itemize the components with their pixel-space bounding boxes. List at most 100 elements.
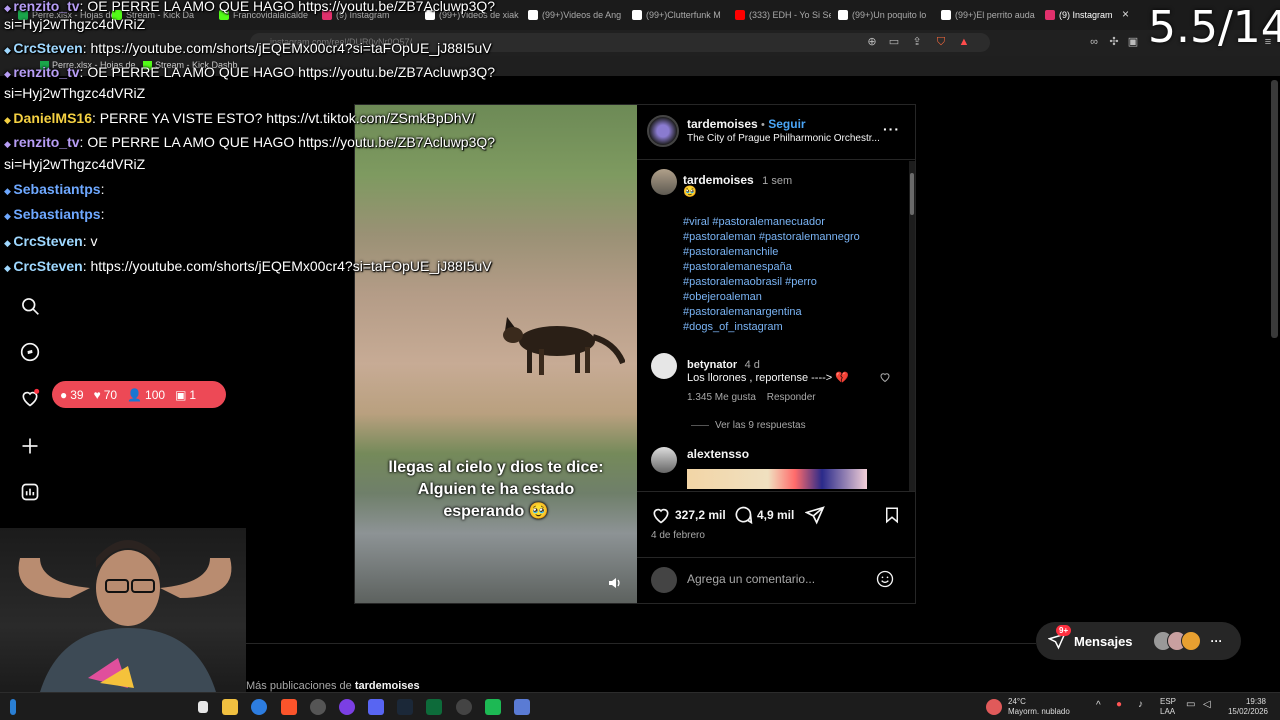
bookmark-item[interactable]: Stream - Kick Dashb	[143, 60, 238, 70]
app-icon[interactable]	[514, 699, 530, 715]
discord-icon[interactable]	[368, 699, 384, 715]
reply-button[interactable]: Responder	[767, 392, 816, 403]
stat-value: 70	[103, 387, 118, 402]
browser-tab[interactable]: (99+)Videos de Ang	[528, 6, 624, 24]
browser-tab[interactable]: (99+)Clutterfunk M	[632, 6, 728, 24]
save-bookmark-icon[interactable]	[883, 505, 901, 525]
browser-tab[interactable]: (333) EDH - Yo Si Se	[735, 6, 831, 24]
comments-scrollbar-thumb[interactable]	[910, 173, 914, 215]
like-heart-icon[interactable]	[651, 505, 671, 525]
caption-avatar[interactable]	[651, 169, 677, 195]
hashtag-line[interactable]: #dogs_of_instagram	[683, 320, 860, 335]
search-icon[interactable]	[20, 296, 40, 316]
comments-count[interactable]: 4,9 mil	[757, 508, 794, 522]
message-avatars	[1152, 631, 1201, 651]
view-replies-button[interactable]: Ver las 9 respuestas	[715, 420, 806, 431]
tab-label: (99+)El perrito auda	[955, 10, 1035, 20]
start-icon[interactable]	[10, 699, 16, 715]
comment-avatar[interactable]	[651, 447, 677, 473]
add-comment-input[interactable]: Agrega un comentario...	[687, 572, 815, 586]
browser-tab[interactable]: (99+)El perrito auda	[941, 6, 1037, 24]
post-side-panel: tardemoises • Seguir The City of Prague …	[637, 105, 915, 603]
emoji-icon[interactable]	[875, 569, 895, 589]
tab-favicon-icon	[1045, 10, 1055, 20]
language-top[interactable]: ESP	[1160, 697, 1176, 706]
browser-tab[interactable]: (99+)Videos de xiak	[425, 6, 521, 24]
browser-tab[interactable]: (99+)Un poquito lo	[838, 6, 934, 24]
obs-icon[interactable]	[310, 699, 326, 715]
browser-tab[interactable]: Stream - Kick Da	[112, 6, 208, 24]
comment-bubble-icon[interactable]	[733, 505, 753, 525]
page-scrollbar[interactable]	[1271, 80, 1278, 338]
browser-tab[interactable]: Perre.xlsx - Hojas de	[18, 6, 114, 24]
brave-shield-icon[interactable]: ⛉	[935, 36, 947, 48]
zoom-icon[interactable]: ⊕	[866, 36, 878, 48]
share-plane-icon[interactable]	[805, 505, 825, 525]
hashtag-line[interactable]: #pastoralemanespaña	[683, 260, 860, 275]
clock-time[interactable]: 19:38	[1226, 697, 1266, 706]
comment-avatar[interactable]	[651, 353, 677, 379]
browser-tab[interactable]: (9) Instagram	[1045, 6, 1129, 24]
comment-likes[interactable]: 1.345 Me gusta	[687, 392, 756, 403]
create-plus-icon[interactable]	[20, 436, 40, 456]
likes-count[interactable]: 327,2 mil	[675, 508, 726, 522]
replies-line	[691, 425, 709, 426]
follow-button[interactable]: Seguir	[768, 117, 805, 131]
share-icon[interactable]: ⇪	[911, 36, 923, 48]
tray-chevron-icon[interactable]: ^	[1096, 701, 1101, 711]
hashtag-line[interactable]: #pastoralemanchile	[683, 245, 860, 260]
comment-like-heart-icon[interactable]	[879, 371, 891, 383]
volume-icon[interactable]: ◁	[1203, 700, 1211, 710]
browser-tab[interactable]: (9) Instagram	[322, 6, 418, 24]
comment-sticker-image	[687, 469, 867, 489]
steam-icon[interactable]	[397, 699, 413, 715]
windows-taskbar: 24°C Mayorm. nublado ^ ● ♪ ESP LAA ▭ ◁ 1…	[0, 692, 1280, 720]
tray-app-icon[interactable]: ●	[1116, 700, 1122, 710]
media-icon[interactable]	[485, 699, 501, 715]
hashtag-line[interactable]: #pastoralemanargentina	[683, 305, 860, 320]
tab-label: (99+)Un poquito lo	[852, 10, 927, 20]
explorer-icon[interactable]	[222, 699, 238, 715]
streamer-image	[18, 540, 232, 692]
clock-date[interactable]: 15/02/2026	[1226, 707, 1268, 716]
tab-close-icon[interactable]: ×	[1122, 7, 1129, 21]
hashtag-line[interactable]: #viral #pastoralemanecuador	[683, 215, 860, 230]
dashboard-icon[interactable]	[20, 482, 40, 502]
comment-username[interactable]: alextensso	[687, 447, 749, 461]
reel-video[interactable]: llegas al cielo y dios te dice: Alguien …	[355, 105, 637, 603]
hashtag-line[interactable]: #pastoraleman #pastoralemannegro	[683, 230, 860, 245]
bookmark-item[interactable]: Perre.xlsx - Hojas de	[40, 60, 136, 70]
explore-icon[interactable]	[20, 342, 40, 362]
more-posts-user[interactable]: tardemoises	[355, 680, 420, 692]
audio-label[interactable]: The City of Prague Philharmonic Orchestr…	[687, 133, 880, 144]
hashtag-line[interactable]: #obejeroaleman	[683, 290, 860, 305]
video-caption-line: Alguien te ha estado	[417, 481, 575, 498]
edge-icon[interactable]	[251, 699, 267, 715]
settings-icon[interactable]	[456, 699, 472, 715]
author-username[interactable]: tardemoises	[687, 117, 758, 131]
terminal-icon[interactable]	[426, 699, 442, 715]
address-bar[interactable]: instagram.com/reel/DUR0vNr0Q57/	[250, 33, 990, 52]
comment-username[interactable]: betynator	[687, 359, 737, 371]
microphone-icon[interactable]: ♪	[1138, 700, 1143, 710]
file-icon[interactable]	[198, 701, 208, 713]
more-options-icon[interactable]: ···	[883, 121, 900, 137]
vpn-icon[interactable]: ∞	[1088, 36, 1100, 48]
hashtag-line[interactable]: #pastoralemaobrasil #perro	[683, 275, 860, 290]
browser-tab-bar: Perre.xlsx - Hojas de Stream - Kick Da Fra…	[0, 0, 1280, 30]
weather-icon[interactable]	[986, 699, 1002, 715]
network-icon[interactable]: ▭	[1186, 700, 1195, 710]
brave-rewards-icon[interactable]: ▲	[958, 36, 970, 48]
notifications-heart-icon[interactable]	[20, 388, 40, 408]
extensions-icon[interactable]: ✣	[1108, 36, 1120, 48]
browser-tab[interactable]: Francovidalalcalde	[219, 6, 315, 24]
brave-icon[interactable]	[281, 699, 297, 715]
author-avatar[interactable]	[647, 115, 679, 147]
language-bottom[interactable]: LAA	[1160, 707, 1175, 716]
app-icon[interactable]	[339, 699, 355, 715]
sidebar-icon[interactable]: ▣	[1127, 36, 1139, 48]
volume-icon[interactable]	[607, 575, 623, 591]
screen-icon[interactable]: ▭	[888, 36, 900, 48]
bookmarks-bar: Perre.xlsx - Hojas de Stream - Kick Dash…	[0, 56, 1280, 76]
messages-button[interactable]: 9+ Mensajes ···	[1036, 622, 1241, 660]
